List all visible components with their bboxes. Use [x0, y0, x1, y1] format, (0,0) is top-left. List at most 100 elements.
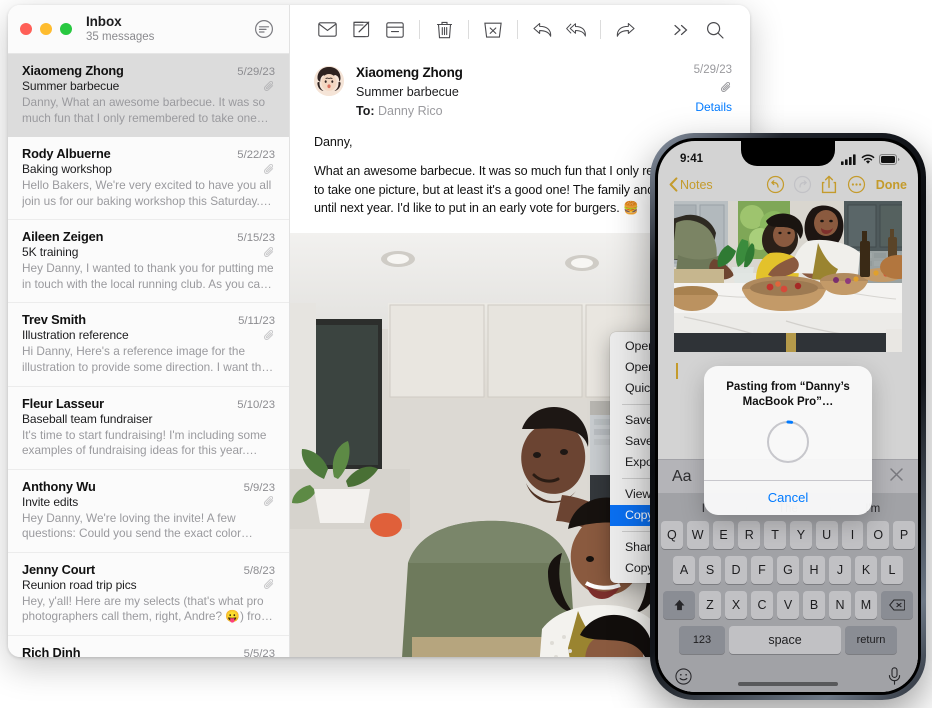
attachment-clip-icon	[263, 163, 275, 176]
message-preview: Hey Danny, I wanted to thank you for put…	[22, 261, 274, 291]
row-mid: Baseball team fundraiser	[22, 412, 275, 426]
message-header-right: 5/29/23 Details	[660, 64, 732, 119]
share-icon[interactable]	[816, 174, 843, 196]
toolbar-divider	[419, 20, 420, 39]
message-list-item[interactable]: Xiaomeng Zhong 5/29/23 Summer barbecue Dann…	[8, 54, 289, 138]
window-controls[interactable]	[20, 23, 72, 35]
text-cursor	[676, 363, 678, 379]
attachment-clip-icon	[660, 81, 732, 94]
message-subject: Invite edits	[22, 494, 79, 509]
message-preview: It's time to start fundraising! I'm incl…	[22, 427, 267, 458]
zoom-button[interactable]	[60, 23, 72, 35]
paste-dialog-title: Pasting from “Danny’s MacBook Pro”…	[726, 381, 850, 409]
iphone-device: 9:41 Notes Done Aa I I'm Q W E R T Y U I…	[650, 133, 926, 700]
reply-all-icon[interactable]	[559, 15, 593, 45]
message-header: Xiaomeng Zhong Summer barbecue To: Danny…	[290, 54, 750, 119]
phone-bezel: 9:41 Notes Done Aa I I'm Q W E R T Y U I…	[655, 138, 921, 695]
delete-icon[interactable]	[427, 15, 461, 45]
message-recipient: To: Danny Rico	[356, 103, 648, 119]
undo-icon[interactable]	[762, 174, 789, 196]
archive-icon[interactable]	[378, 15, 412, 45]
message-subject: Baking workshop	[22, 162, 112, 177]
message-list-item[interactable]: Fleur Lasseur 5/10/23 Baseball team fundra…	[8, 387, 289, 470]
attachment-clip-icon	[263, 495, 275, 508]
search-icon[interactable]	[698, 15, 732, 45]
message-preview: Hello Bakers, We're very excited to have…	[22, 178, 272, 208]
row-top: Jenny Court 5/8/23	[22, 562, 275, 577]
message-subject: 5K training	[22, 245, 79, 260]
row-mid: Summer barbecue	[22, 79, 275, 93]
row-mid: Reunion road trip pics	[22, 578, 275, 592]
details-link[interactable]: Details	[660, 100, 732, 114]
message-sender: Fleur Lasseur	[22, 395, 104, 411]
message-list[interactable]: Xiaomeng Zhong 5/29/23 Summer barbecue Dann…	[8, 54, 289, 657]
row-top: Trev Smith 5/11/23	[22, 312, 275, 327]
forward-icon[interactable]	[608, 15, 642, 45]
attachment-clip-icon	[263, 329, 275, 342]
back-button[interactable]: Notes	[669, 177, 713, 192]
message-date: 5/29/23	[693, 64, 732, 76]
message-list-item[interactable]: Rich Dinh5/5/23Trip to Zion National Par…	[8, 636, 289, 657]
home-indicator[interactable]	[738, 682, 838, 686]
note-photo[interactable]	[674, 201, 902, 352]
message-list-item[interactable]: Trev Smith 5/11/23 Illustration reference H…	[8, 303, 289, 387]
more-icon[interactable]	[664, 15, 698, 45]
toolbar-divider	[468, 20, 469, 39]
more-circle-icon[interactable]	[843, 174, 870, 196]
toolbar-divider	[517, 20, 518, 39]
toolbar-divider	[600, 20, 601, 39]
row-top: Xiaomeng Zhong 5/29/23	[22, 63, 275, 78]
status-indicators	[841, 153, 900, 165]
message-list-item[interactable]: Anthony Wu 5/9/23 Invite edits Hey Danny, W…	[8, 470, 289, 553]
paste-progress-dialog[interactable]: Pasting from “Danny’s MacBook Pro”… Canc…	[704, 366, 872, 515]
battery-icon	[879, 153, 900, 165]
compose-icon[interactable]	[344, 15, 378, 45]
message-list-item[interactable]: Rody Albuerne 5/22/23 Baking workshop Hello…	[8, 137, 289, 221]
message-list-item[interactable]: Aileen Zeigen 5/15/23 5K training Hey Danny…	[8, 220, 289, 304]
keyboard-dim-overlay	[658, 493, 918, 692]
row-mid: 5K training	[22, 245, 275, 259]
message-date: 5/9/23	[243, 481, 275, 494]
mark-as-unread-icon[interactable]	[310, 15, 344, 45]
message-date: 5/5/23	[243, 647, 275, 657]
notes-toolbar[interactable]: Notes Done	[658, 171, 918, 198]
row-top: Rich Dinh 5/5/23	[22, 645, 275, 657]
message-preview: Hi Danny, Here's a reference image for t…	[22, 344, 274, 374]
notch	[741, 141, 835, 166]
mail-toolbar[interactable]	[290, 5, 750, 54]
message-list-item[interactable]: Jenny Court 5/8/23 Reunion road trip pics H…	[8, 553, 289, 636]
minimize-button[interactable]	[40, 23, 52, 35]
mailbox-header: Inbox 35 messages	[8, 5, 289, 54]
message-date: 5/10/23	[237, 398, 275, 411]
message-date: 5/11/23	[238, 315, 275, 328]
message-sender: Aileen Zeigen	[22, 229, 104, 245]
message-header-main: Xiaomeng Zhong Summer barbecue To: Danny…	[356, 64, 648, 119]
message-preview: Danny, What an awesome barbecue. It was …	[22, 95, 266, 125]
status-time: 9:41	[680, 153, 704, 165]
message-subject: Summer barbecue	[22, 79, 120, 93]
junk-icon[interactable]	[476, 15, 510, 45]
mailbox-title-block: Inbox 35 messages	[86, 14, 253, 44]
reply-icon[interactable]	[525, 15, 559, 45]
message-sender: Rich Dinh	[22, 644, 81, 657]
close-button[interactable]	[20, 23, 32, 35]
message-subject: Summer barbecue	[356, 84, 459, 99]
back-label: Notes	[680, 177, 713, 192]
message-sender: Rody Albuerne	[22, 146, 111, 162]
redo-icon	[789, 174, 816, 196]
message-date: 5/29/23	[237, 66, 275, 78]
to-value: Danny Rico	[378, 103, 443, 118]
attachment-clip-icon	[263, 246, 275, 259]
message-subject: Reunion road trip pics	[22, 577, 137, 592]
screenshot-root: Inbox 35 messages Xiaomeng Zhong 5/29/23 S…	[0, 0, 932, 708]
message-subject: Illustration reference	[22, 328, 129, 343]
row-mid: Illustration reference	[22, 328, 275, 342]
cancel-button[interactable]: Cancel	[704, 481, 872, 515]
attachment-clip-icon	[263, 80, 275, 93]
message-preview: Hey Danny, We're loving the invite! A fe…	[22, 510, 242, 541]
mail-window: Inbox 35 messages Xiaomeng Zhong 5/29/23 S…	[8, 5, 750, 657]
row-top: Rody Albuerne 5/22/23	[22, 146, 275, 161]
filter-icon[interactable]	[253, 18, 275, 40]
message-date: 5/8/23	[243, 564, 275, 577]
done-button[interactable]: Done	[876, 178, 907, 192]
